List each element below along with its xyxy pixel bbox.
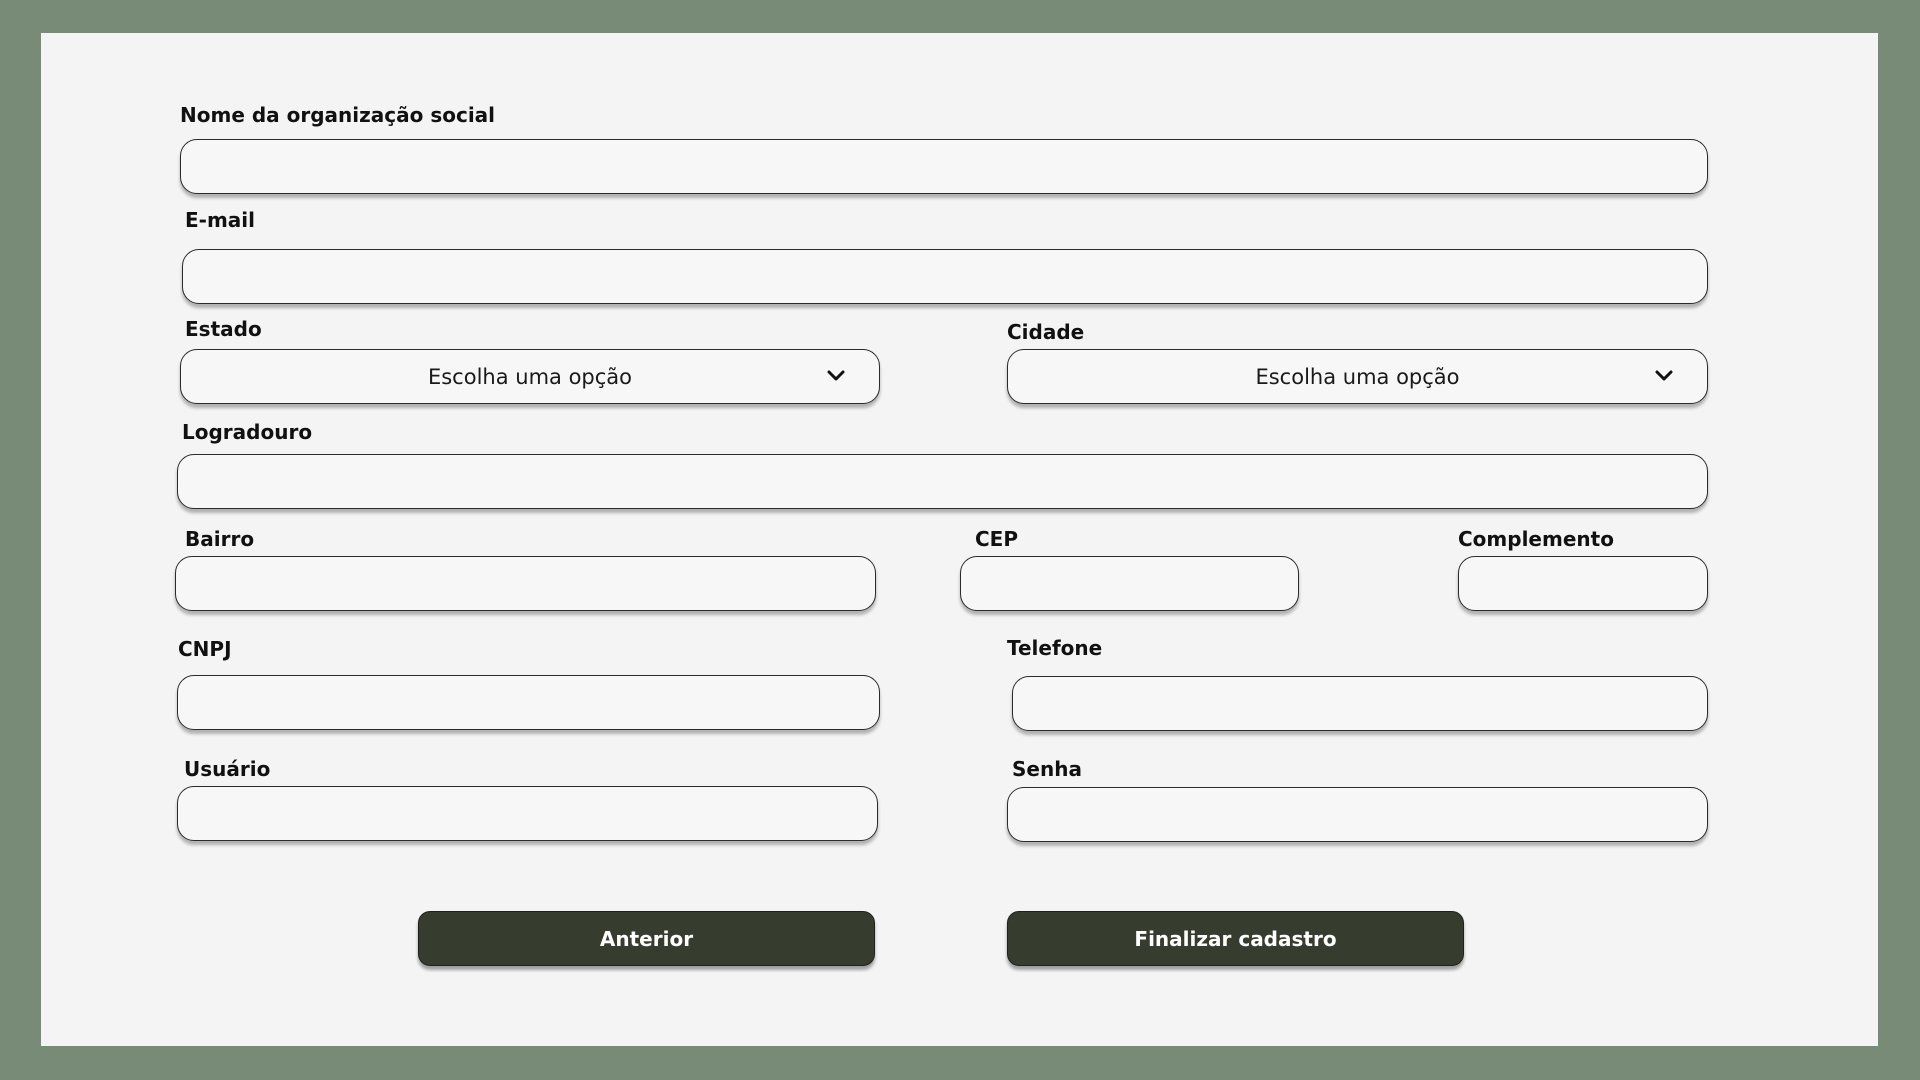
usuario-field[interactable] xyxy=(177,786,878,841)
bairro-label: Bairro xyxy=(185,527,255,551)
chevron-down-icon xyxy=(1655,370,1673,381)
cep-field[interactable] xyxy=(960,556,1299,611)
finish-registration-button[interactable]: Finalizar cadastro xyxy=(1007,911,1464,966)
estado-label: Estado xyxy=(185,317,262,341)
logradouro-input[interactable] xyxy=(178,455,1707,508)
senha-input[interactable] xyxy=(1008,788,1707,841)
usuario-label: Usuário xyxy=(184,757,271,781)
senha-field[interactable] xyxy=(1007,787,1708,842)
registration-form-card: Nome da organização social E-mail Estado… xyxy=(41,33,1878,1046)
previous-button[interactable]: Anterior xyxy=(418,911,875,966)
telefone-label: Telefone xyxy=(1007,636,1103,660)
nome-input[interactable] xyxy=(181,140,1707,193)
cep-input[interactable] xyxy=(961,557,1298,610)
nome-label: Nome da organização social xyxy=(180,103,496,127)
cidade-select[interactable]: Escolha uma opção xyxy=(1007,349,1708,404)
logradouro-label: Logradouro xyxy=(182,420,313,444)
complemento-field[interactable] xyxy=(1458,556,1708,611)
estado-selected-value: Escolha uma opção xyxy=(427,364,633,389)
bairro-field[interactable] xyxy=(175,556,876,611)
logradouro-field[interactable] xyxy=(177,454,1708,509)
senha-label: Senha xyxy=(1012,757,1082,781)
cep-label: CEP xyxy=(975,527,1018,551)
telefone-field[interactable] xyxy=(1012,676,1708,731)
nome-field[interactable] xyxy=(180,139,1708,194)
estado-select[interactable]: Escolha uma opção xyxy=(180,349,880,404)
cnpj-field[interactable] xyxy=(177,675,880,730)
cnpj-label: CNPJ xyxy=(178,637,232,661)
cidade-selected-value: Escolha uma opção xyxy=(1255,364,1460,389)
email-label: E-mail xyxy=(185,208,256,232)
usuario-input[interactable] xyxy=(178,787,877,840)
email-field[interactable] xyxy=(182,249,1708,304)
cnpj-input[interactable] xyxy=(178,676,879,729)
bairro-input[interactable] xyxy=(176,557,875,610)
complemento-input[interactable] xyxy=(1459,557,1707,610)
chevron-down-icon xyxy=(827,370,845,381)
email-input[interactable] xyxy=(183,250,1707,303)
complemento-label: Complemento xyxy=(1458,527,1614,551)
cidade-label: Cidade xyxy=(1007,320,1085,344)
telefone-input[interactable] xyxy=(1013,677,1707,730)
